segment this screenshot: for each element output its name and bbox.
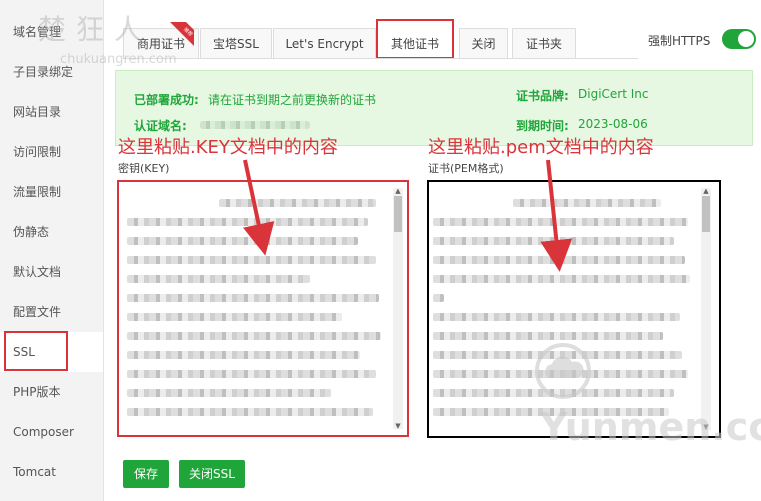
watermark-url: chukuangren.com [60,52,177,67]
cloud-logo-icon [535,343,591,399]
watermark-top: 楚狂人 [38,13,153,46]
save-button[interactable]: 保存 [123,460,169,488]
close-ssl-button[interactable]: 关闭SSL [179,460,245,488]
arrow-right-icon [540,159,573,272]
watermark-bottom: Yunmen.cc [540,405,761,449]
arrow-left-icon [243,159,275,256]
